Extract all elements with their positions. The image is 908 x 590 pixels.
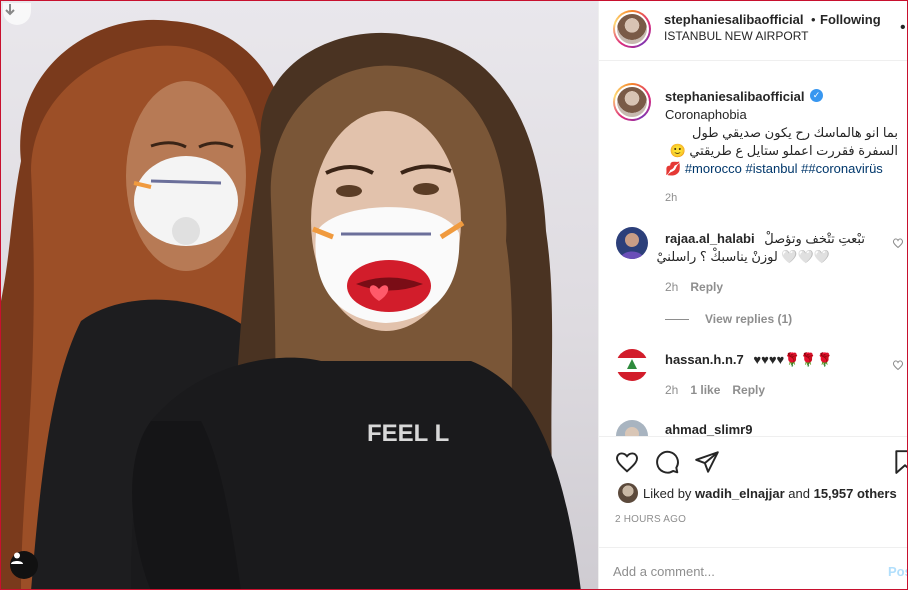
reply-button[interactable]: Reply bbox=[732, 383, 765, 397]
post-photo[interactable]: FEEL L bbox=[1, 1, 598, 589]
comment-meta: 2h Reply bbox=[665, 280, 723, 294]
hashtag-links[interactable]: #morocco #istanbul ##coronavirüs bbox=[685, 161, 883, 176]
comment-timestamp[interactable]: 2h bbox=[665, 280, 678, 294]
comment-timestamp[interactable]: 2h bbox=[665, 383, 678, 397]
comment-text: ahmad_slimr9 bbox=[665, 422, 752, 436]
lebanon-flag-avatar-image bbox=[616, 349, 648, 381]
caption-timestamp[interactable]: 2h bbox=[665, 192, 677, 204]
comment-body: ♥♥♥♥🌹🌹🌹 bbox=[753, 352, 833, 367]
post-comment-button[interactable]: Post bbox=[888, 564, 907, 579]
more-horizontal-icon[interactable]: ••• bbox=[900, 19, 907, 37]
comment-likes-count[interactable]: 1 like bbox=[690, 383, 720, 397]
caption-avatar[interactable] bbox=[613, 83, 651, 121]
caption-hashtag-line: 💋 #morocco #istanbul ##coronavirüs bbox=[665, 161, 883, 177]
comments-list[interactable]: stephaniesalibaofficial ✓ Coronaphobia ب… bbox=[599, 62, 907, 436]
following-button[interactable]: Following bbox=[820, 12, 881, 27]
add-comment-bar: Post bbox=[599, 547, 907, 589]
post-side-panel: stephaniesalibaofficial • Following ISTA… bbox=[598, 1, 908, 589]
post-header: stephaniesalibaofficial • Following ISTA… bbox=[599, 1, 907, 61]
commenter-username-link[interactable]: rajaa.al_halabi bbox=[665, 231, 755, 246]
caption-title: Coronaphobia bbox=[665, 107, 747, 122]
instagram-post-modal: FEEL L stephaniesalibaofficial • Followi… bbox=[0, 0, 908, 590]
commenter-avatar-image bbox=[616, 227, 648, 259]
arrow-down-icon bbox=[5, 4, 15, 16]
commenter-avatar[interactable] bbox=[616, 349, 648, 381]
post-timestamp[interactable]: 2 HOURS AGO bbox=[615, 514, 686, 525]
comment-like-heart-icon[interactable] bbox=[892, 359, 904, 371]
verified-badge-icon: ✓ bbox=[810, 89, 823, 102]
location-link[interactable]: ISTANBUL NEW AIRPORT bbox=[664, 29, 808, 43]
caption-text-line: السفرة فقررت اعملو ستايل ع طريقتي 🙂 bbox=[669, 143, 898, 158]
liked-by-summary: Liked by wadih_elnajjar and 15,957 other… bbox=[643, 486, 897, 501]
comment-body: تبْعتِ تتْخف وتؤصلْ bbox=[764, 231, 865, 246]
post-actions: Liked by wadih_elnajjar and 15,957 other… bbox=[599, 436, 908, 589]
photo-illustration: FEEL L bbox=[1, 19, 581, 589]
add-comment-input[interactable] bbox=[613, 558, 853, 584]
bookmark-icon[interactable] bbox=[892, 449, 908, 475]
author-username-link[interactable]: stephaniesalibaofficial bbox=[664, 12, 803, 27]
comment-text: hassan.h.n.7 ♥♥♥♥🌹🌹🌹 bbox=[665, 352, 833, 368]
liker-avatar[interactable] bbox=[618, 483, 638, 503]
photo-shirt-text: FEEL L bbox=[367, 420, 449, 447]
user-icon bbox=[11, 552, 23, 564]
reply-button[interactable]: Reply bbox=[690, 280, 723, 294]
follow-separator: • bbox=[811, 12, 816, 27]
liked-by-and: and bbox=[788, 486, 810, 501]
comment-meta: 2h 1 like Reply bbox=[665, 383, 765, 397]
comment-like-heart-icon[interactable] bbox=[892, 237, 904, 249]
liked-by-user-link[interactable]: wadih_elnajjar bbox=[695, 486, 785, 501]
liked-by-prefix: Liked by bbox=[643, 486, 692, 501]
comment-icon[interactable] bbox=[654, 449, 680, 475]
view-replies-divider bbox=[665, 319, 689, 320]
author-avatar[interactable] bbox=[613, 10, 651, 48]
comment-body: 🤍🤍🤍 لوزنْ يناسبكْ ؟ راسلنيْ bbox=[656, 249, 830, 264]
lips-emoji: 💋 bbox=[665, 161, 682, 176]
commenter-avatar-image bbox=[616, 420, 648, 436]
commenter-avatar[interactable] bbox=[616, 420, 648, 436]
likes-count-button[interactable]: 15,957 others bbox=[814, 486, 897, 501]
tagged-users-button[interactable] bbox=[10, 551, 38, 579]
caption-text-line: بما انو هالماسك رح يكون صديقي طول bbox=[692, 125, 898, 140]
commenter-username-link[interactable]: hassan.h.n.7 bbox=[665, 352, 744, 367]
comment-text: rajaa.al_halabi تبْعتِ تتْخف وتؤصلْ bbox=[665, 231, 865, 247]
heart-icon[interactable] bbox=[614, 449, 640, 475]
caption-username-link[interactable]: stephaniesalibaofficial bbox=[665, 89, 804, 104]
commenter-username-link[interactable]: ahmad_slimr9 bbox=[665, 422, 752, 436]
share-icon[interactable] bbox=[694, 449, 720, 475]
commenter-avatar[interactable] bbox=[616, 227, 648, 259]
view-replies-button[interactable]: View replies (1) bbox=[705, 312, 792, 326]
